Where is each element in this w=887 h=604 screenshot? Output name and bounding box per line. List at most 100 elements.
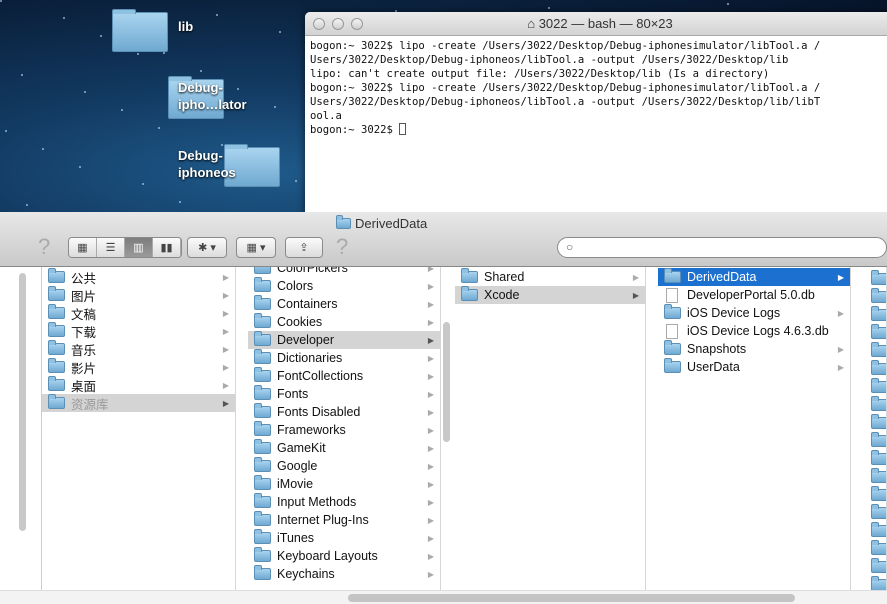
folder-icon[interactable] [871, 504, 886, 519]
list-item[interactable]: iMovie ▶ [248, 475, 440, 493]
list-item[interactable]: Google ▶ [248, 457, 440, 475]
minimize-button[interactable] [332, 18, 344, 30]
column-4: DerivedData ▶ DeveloperPortal 5.0.db iOS De… [658, 267, 851, 590]
view-mode-control[interactable]: ▦ ☰ ▥ ▮▮ [68, 237, 182, 258]
share-button[interactable]: ⇪ [285, 237, 323, 258]
folder-icon[interactable] [871, 576, 886, 590]
list-item[interactable]: 影片 ▶ [42, 358, 235, 376]
folder-icon[interactable] [871, 540, 886, 555]
list-item[interactable]: 下载 ▶ [42, 322, 235, 340]
list-item[interactable]: Keyboard Layouts ▶ [248, 547, 440, 565]
folder-icon[interactable] [871, 378, 886, 393]
folder-icon[interactable] [871, 288, 886, 303]
desktop-icon-label[interactable]: lib [178, 18, 193, 35]
folder-icon[interactable] [871, 432, 886, 447]
list-item[interactable]: FontCollections ▶ [248, 367, 440, 385]
disclosure-arrow-icon: ▶ [222, 344, 229, 354]
terminal-title: 3022 — bash — 80×23 [538, 16, 673, 31]
list-item[interactable]: 音乐 ▶ [42, 340, 235, 358]
list-item[interactable]: 公共 ▶ [42, 268, 235, 286]
disclosure-arrow-icon: ▶ [837, 344, 844, 354]
cursor [399, 123, 407, 135]
list-item[interactable]: DerivedData ▶ [658, 268, 850, 286]
list-item[interactable]: Internet Plug-Ins ▶ [248, 511, 440, 529]
folder-icon[interactable] [871, 270, 886, 285]
item-label: Internet Plug-Ins [277, 513, 369, 527]
close-button[interactable] [313, 18, 325, 30]
list-item[interactable]: Fonts Disabled ▶ [248, 403, 440, 421]
folder-icon[interactable] [871, 324, 886, 339]
list-item[interactable]: Snapshots ▶ [658, 340, 850, 358]
folder-icon[interactable] [871, 396, 886, 411]
item-label: Keychains [277, 567, 335, 581]
folder-icon [254, 277, 271, 292]
file-icon [666, 323, 678, 339]
folder-icon[interactable] [871, 558, 886, 573]
horizontal-scrollbar[interactable] [0, 590, 887, 604]
zoom-button[interactable] [351, 18, 363, 30]
window-title: DerivedData [355, 216, 428, 231]
list-item[interactable]: 文稿 ▶ [42, 304, 235, 322]
disclosure-arrow-icon: ▶ [222, 290, 229, 300]
icon-view-button[interactable]: ▦ [69, 238, 97, 257]
sidebar-scrollbar[interactable] [19, 273, 26, 531]
list-item[interactable]: Fonts ▶ [248, 385, 440, 403]
folder-icon[interactable] [871, 450, 886, 465]
folder-icon[interactable] [871, 522, 886, 537]
terminal-output[interactable]: bogon:~ 3022$ lipo -create /Users/3022/D… [305, 36, 887, 140]
star [200, 70, 202, 72]
arrange-button[interactable]: ▦ ▾ [236, 237, 276, 258]
folder-icon [254, 403, 271, 418]
folder-icon[interactable] [871, 486, 886, 501]
list-item[interactable]: Keychains ▶ [248, 565, 440, 583]
action-gear-button[interactable]: ✱ ▾ [187, 237, 227, 258]
column-2: ColorPickers ▶ Colors ▶ Containers ▶ Cookies ▶ D… [248, 267, 441, 590]
terminal-window[interactable]: ⌂ 3022 — bash — 80×23 bogon:~ 3022$ lipo… [305, 12, 887, 217]
list-item[interactable]: UserData ▶ [658, 358, 850, 376]
desktop-icon-label[interactable]: Debug- ipho…lator [178, 79, 247, 113]
list-item[interactable]: 图片 ▶ [42, 286, 235, 304]
list-item[interactable]: iTunes ▶ [248, 529, 440, 547]
folder-icon[interactable] [871, 342, 886, 357]
scrollbar-thumb[interactable] [348, 594, 795, 602]
list-view-button[interactable]: ☰ [97, 238, 125, 257]
folder-icon [48, 322, 65, 337]
list-item[interactable]: Input Methods ▶ [248, 493, 440, 511]
column-5 [866, 267, 887, 590]
list-item[interactable]: Developer ▶ [248, 331, 440, 349]
disclosure-arrow-icon: ▶ [427, 533, 434, 543]
list-item[interactable]: 资源库 ▶ [42, 394, 235, 412]
list-item[interactable]: Xcode ▶ [455, 286, 645, 304]
list-item[interactable]: Colors ▶ [248, 277, 440, 295]
list-item[interactable]: iOS Device Logs ▶ [658, 304, 850, 322]
item-label: Xcode [484, 288, 520, 302]
search-field[interactable]: ○ [557, 237, 887, 258]
item-label: 文稿 [71, 307, 97, 322]
list-item[interactable]: Cookies ▶ [248, 313, 440, 331]
list-item[interactable]: 桌面 ▶ [42, 376, 235, 394]
list-item[interactable]: GameKit ▶ [248, 439, 440, 457]
column-view-button[interactable]: ▥ [125, 238, 153, 257]
folder-icon[interactable] [871, 306, 886, 321]
desktop-folder-icon[interactable] [112, 9, 168, 52]
coverflow-view-button[interactable]: ▮▮ [153, 238, 181, 257]
list-item[interactable]: Dictionaries ▶ [248, 349, 440, 367]
folder-icon [254, 511, 271, 526]
folder-icon [664, 358, 681, 373]
disclosure-arrow-icon: ▶ [837, 362, 844, 372]
terminal-titlebar[interactable]: ⌂ 3022 — bash — 80×23 [305, 12, 887, 36]
list-item[interactable]: Shared ▶ [455, 268, 645, 286]
folder-icon[interactable] [871, 468, 886, 483]
list-item[interactable]: ColorPickers ▶ [248, 267, 440, 277]
item-label: iMovie [277, 477, 314, 491]
list-item[interactable]: DeveloperPortal 5.0.db [658, 286, 850, 304]
item-label: GameKit [277, 441, 326, 455]
list-item[interactable]: Containers ▶ [248, 295, 440, 313]
folder-icon[interactable] [871, 414, 886, 429]
list-item[interactable]: iOS Device Logs 4.6.3.db [658, 322, 850, 340]
column-2-scrollbar[interactable] [443, 322, 450, 442]
folder-icon[interactable] [871, 360, 886, 375]
desktop-icon-label[interactable]: Debug- iphoneos [178, 147, 236, 181]
list-item[interactable]: Frameworks ▶ [248, 421, 440, 439]
item-label: Containers [277, 297, 338, 311]
